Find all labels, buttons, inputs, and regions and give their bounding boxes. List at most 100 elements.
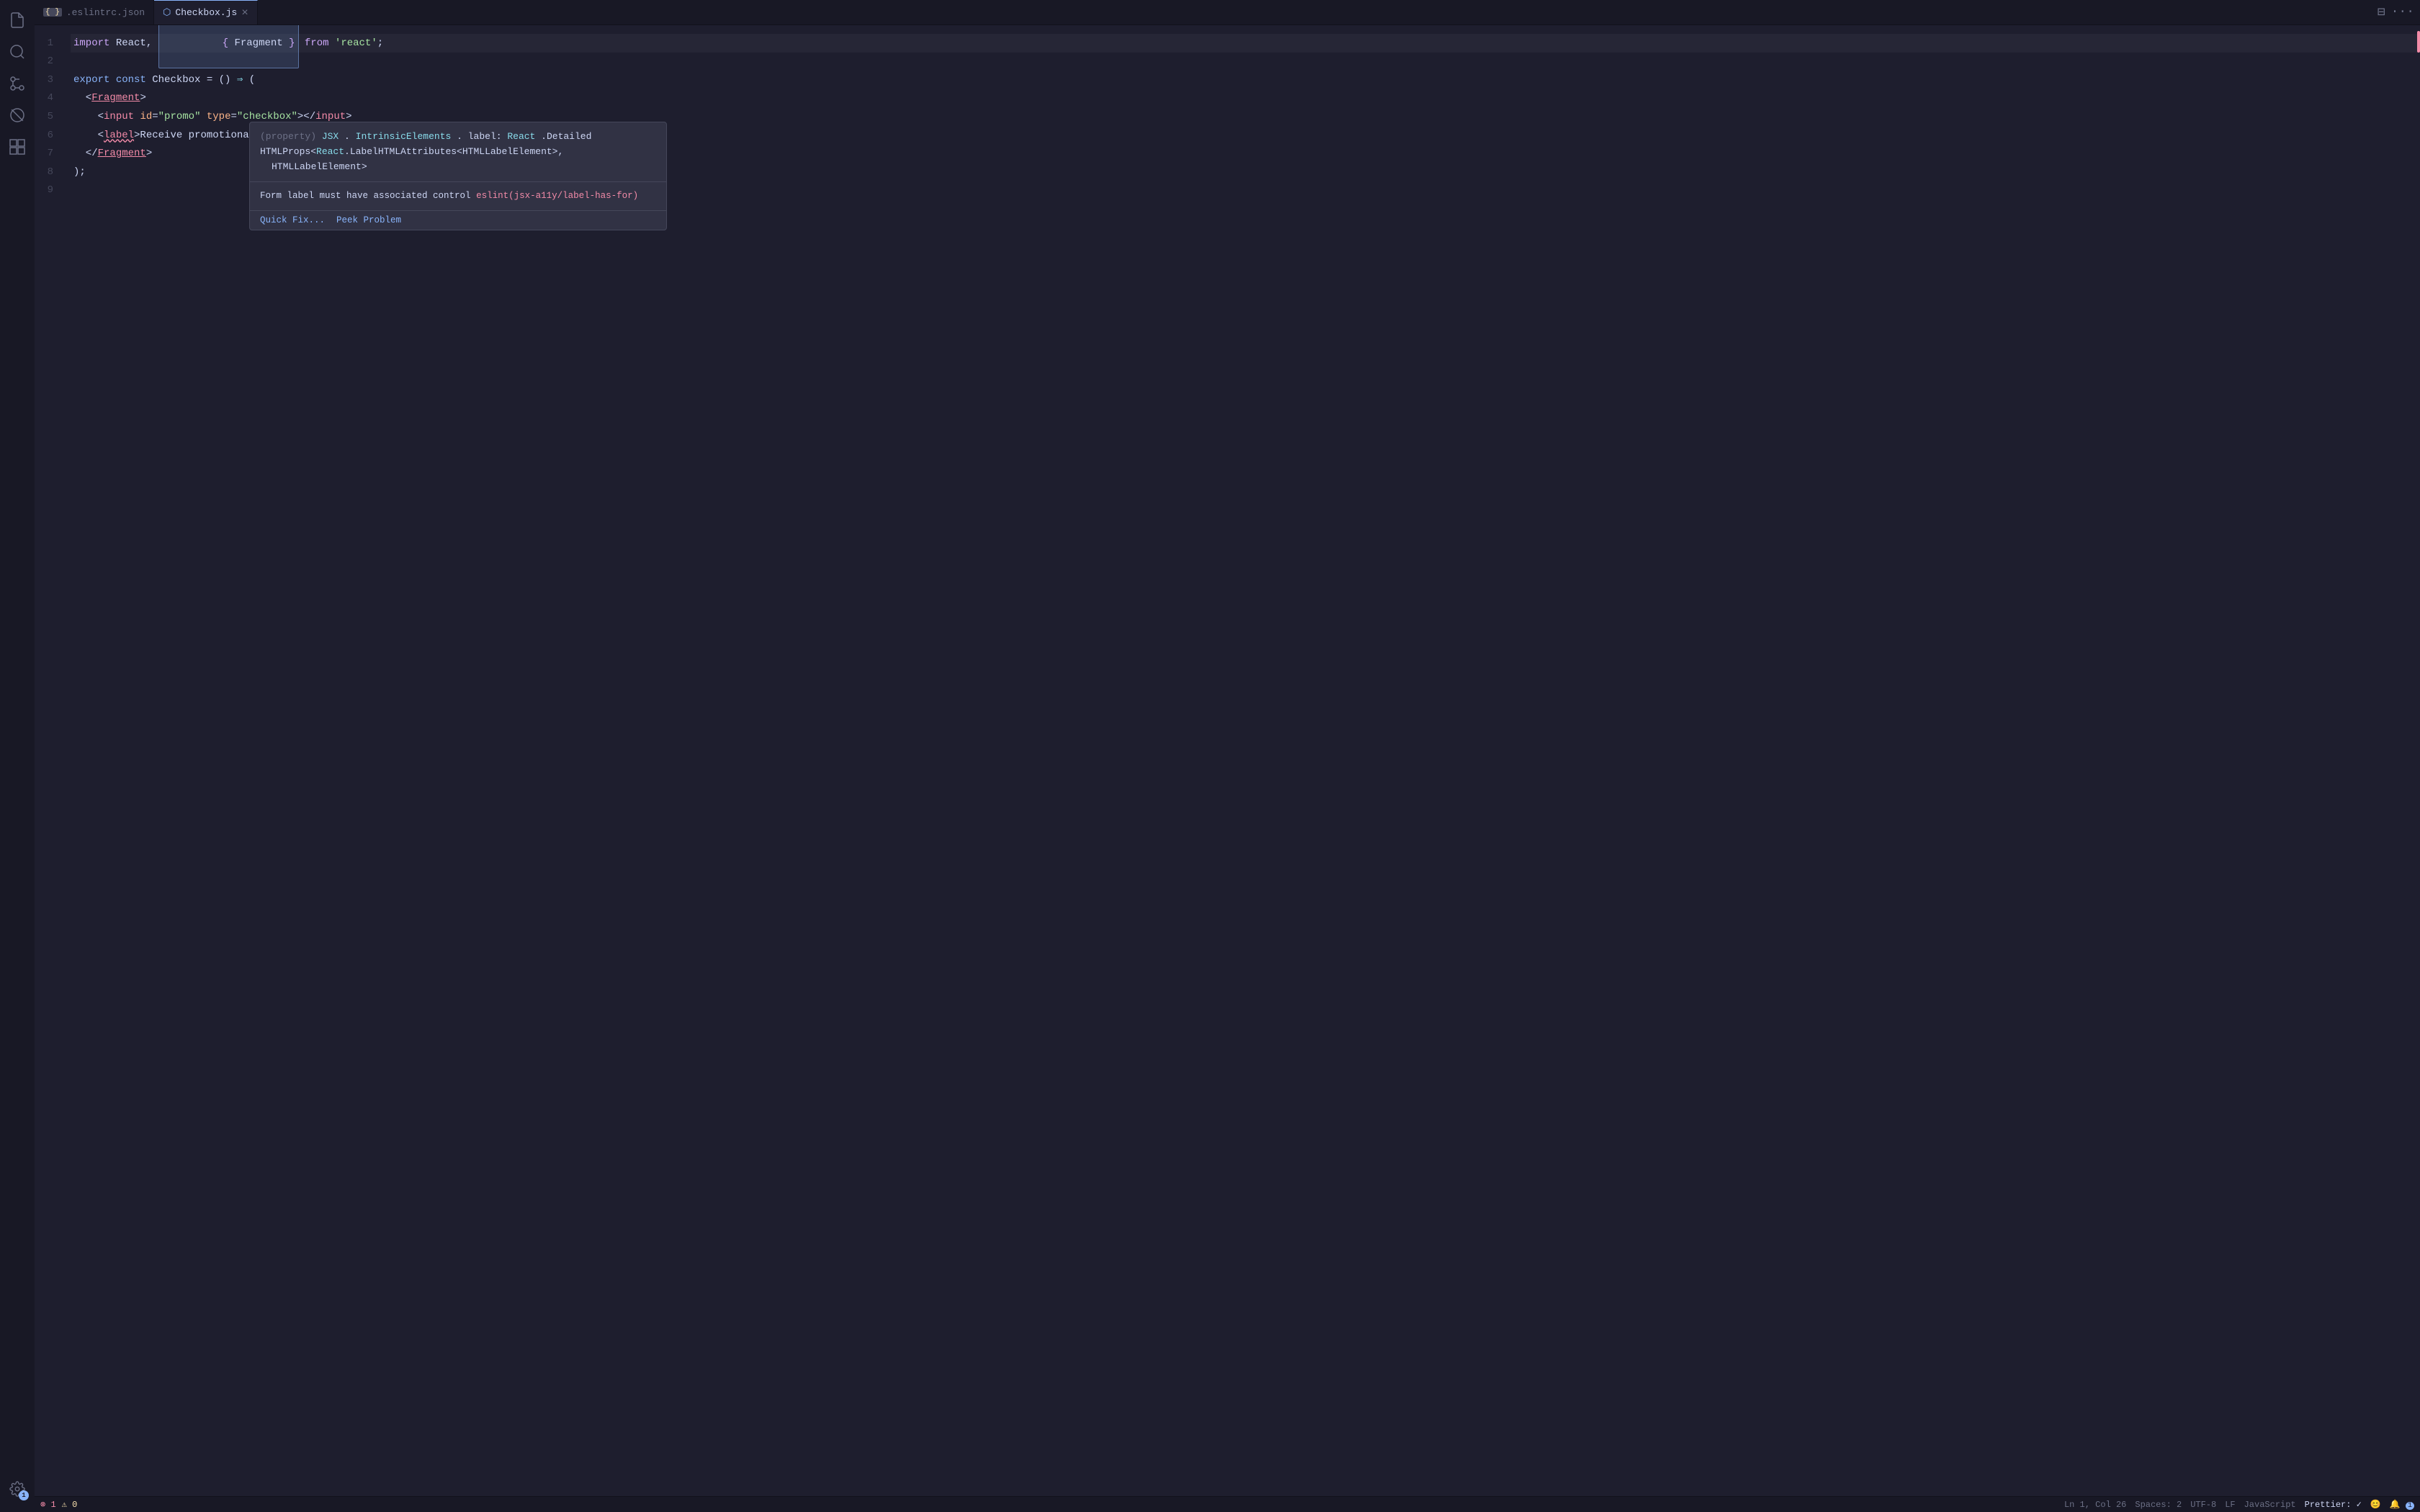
token-indent5: <	[73, 109, 104, 125]
tooltip-dot2: .	[457, 131, 462, 142]
eol[interactable]: LF	[2225, 1500, 2235, 1510]
tab-file-icon-eslint: { }	[43, 8, 62, 17]
line-num-3: 3	[35, 71, 59, 89]
quick-fix-link[interactable]: Quick Fix...	[260, 215, 325, 225]
tooltip-jsx-name: JSX	[322, 131, 339, 142]
status-bar-left: ⊗ 1 ⚠ 0	[40, 1499, 77, 1510]
tab-label-checkbox: Checkbox.js	[175, 7, 237, 18]
token-import: import	[73, 35, 109, 51]
emoji-icon[interactable]: 😊	[2370, 1499, 2381, 1510]
tab-file-icon-checkbox: ⬡	[163, 7, 171, 18]
activity-bar-bottom: 1	[3, 1475, 32, 1506]
git-icon[interactable]	[3, 69, 32, 98]
token-space3	[329, 35, 335, 51]
tooltip-type-line3: HTMLLabelElement>	[260, 160, 656, 175]
status-bar-right: Ln 1, Col 26 Spaces: 2 UTF-8 LF JavaScri…	[2064, 1499, 2414, 1510]
tooltip-actions-bar: Quick Fix... Peek Problem	[250, 211, 666, 230]
scroll-thumb[interactable]	[2417, 31, 2420, 53]
encoding[interactable]: UTF-8	[2190, 1500, 2216, 1510]
tooltip-type-line2: HTMLProps<React.LabelHTMLAttributes<HTML…	[260, 145, 656, 160]
token-eq2: =	[230, 109, 236, 125]
token-indent4: <	[73, 90, 91, 106]
token-close-paren: );	[73, 164, 86, 180]
prettier-status[interactable]: Prettier: ✓	[2305, 1499, 2362, 1510]
token-fragment-open: Fragment	[91, 90, 140, 106]
cursor-position[interactable]: Ln 1, Col 26	[2064, 1500, 2126, 1510]
minimap-scrollbar	[2417, 25, 2420, 932]
error-icon: ⊗	[40, 1500, 45, 1510]
token-space4	[109, 72, 115, 88]
indentation[interactable]: Spaces: 2	[2135, 1500, 2182, 1510]
tooltip-popup: (property) JSX . IntrinsicElements . lab…	[249, 122, 667, 230]
warning-icon: ⚠	[62, 1500, 67, 1510]
tab-label-eslint: .eslintrc.json	[66, 7, 145, 18]
code-line-2	[71, 53, 2420, 71]
token-indent6: <	[73, 127, 104, 143]
token-space2	[299, 35, 305, 51]
tab-bar: { } .eslintrc.json ⬡ Checkbox.js × ⊟ ···	[35, 0, 2420, 25]
language-mode[interactable]: JavaScript	[2244, 1500, 2296, 1510]
tooltip-error-text: Form label must have associated control	[260, 191, 471, 201]
token-space6	[200, 109, 206, 125]
code-line-4: <Fragment>	[71, 89, 2420, 108]
token-frag-close2: >	[146, 145, 152, 161]
token-input-open: input	[104, 109, 134, 125]
line-numbers: 1 2 3 4 5 6 7 8 9	[35, 25, 71, 1496]
split-editor-icon[interactable]: ⊟	[2378, 4, 2385, 20]
line-num-6: 6	[35, 126, 59, 145]
settings-icon[interactable]: 1	[3, 1475, 32, 1503]
line-num-5: 5	[35, 107, 59, 126]
token-promo-val: "promo"	[158, 109, 201, 125]
line-num-2: 2	[35, 53, 59, 71]
line-num-1: 1	[35, 34, 59, 53]
debug-icon[interactable]	[3, 101, 32, 130]
tooltip-dot1: .	[344, 131, 350, 142]
token-paren-open: (	[243, 72, 255, 88]
token-from: from	[305, 35, 329, 51]
search-icon[interactable]	[3, 37, 32, 66]
error-count[interactable]: ⊗ 1	[40, 1499, 56, 1510]
tooltip-label-prop: label:	[468, 131, 508, 142]
code-line-3: export const Checkbox = () ⇒ (	[71, 71, 2420, 89]
tab-checkbox[interactable]: ⬡ Checkbox.js ×	[154, 0, 258, 24]
token-space: React,	[109, 35, 158, 51]
token-brace-close: }	[283, 37, 295, 49]
notification-bell[interactable]: 🔔 1	[2390, 1499, 2414, 1510]
token-indent7: </	[73, 145, 98, 161]
files-icon[interactable]	[3, 6, 32, 35]
token-brace-open: {	[223, 37, 235, 49]
peek-problem-link[interactable]: Peek Problem	[336, 215, 401, 225]
status-bar: ⊗ 1 ⚠ 0 Ln 1, Col 26 Spaces: 2 UTF-8 LF …	[35, 1496, 2420, 1512]
token-fragment-name: Fragment	[234, 37, 282, 49]
tab-eslintrc[interactable]: { } .eslintrc.json	[35, 0, 154, 24]
tooltip-type-line1: (property) JSX . IntrinsicElements . lab…	[260, 130, 656, 145]
tooltip-react2: React	[316, 146, 344, 157]
tooltip-type-section: (property) JSX . IntrinsicElements . lab…	[250, 122, 666, 182]
warning-number: 0	[72, 1500, 77, 1510]
line-num-7: 7	[35, 145, 59, 163]
token-const: const	[116, 72, 146, 88]
token-space5	[134, 109, 140, 125]
tooltip-error-code: eslint(jsx-a11y/label-has-for)	[476, 191, 638, 201]
token-fragment-close: Fragment	[98, 145, 146, 161]
token-frag-close: >	[140, 90, 145, 106]
error-number: 1	[50, 1500, 55, 1510]
extensions-icon[interactable]	[3, 132, 32, 161]
editor-area[interactable]: 1 2 3 4 5 6 7 8 9 import React, { Fragme…	[35, 25, 2420, 1496]
notification-count: 1	[2406, 1502, 2414, 1510]
code-content: import React, { Fragment } from 'react' …	[71, 25, 2420, 1496]
token-semi1: ;	[377, 35, 383, 51]
more-actions-icon[interactable]: ···	[2391, 5, 2414, 19]
token-label-open: label	[104, 127, 134, 143]
tab-close-button[interactable]: ×	[241, 7, 248, 19]
token-id-attr: id	[140, 109, 152, 125]
activity-bar: 1	[0, 0, 35, 1512]
tab-bar-actions: ⊟ ···	[2372, 0, 2420, 24]
tooltip-prefix: (property)	[260, 131, 322, 142]
line-num-4: 4	[35, 89, 59, 108]
token-fragment-import: { Fragment }	[158, 25, 299, 68]
warning-count[interactable]: ⚠ 0	[62, 1499, 78, 1510]
line-num-9: 9	[35, 181, 59, 200]
token-checkbox-name: Checkbox = ()	[146, 72, 237, 88]
tooltip-intrinsic: IntrinsicElements	[356, 131, 452, 142]
